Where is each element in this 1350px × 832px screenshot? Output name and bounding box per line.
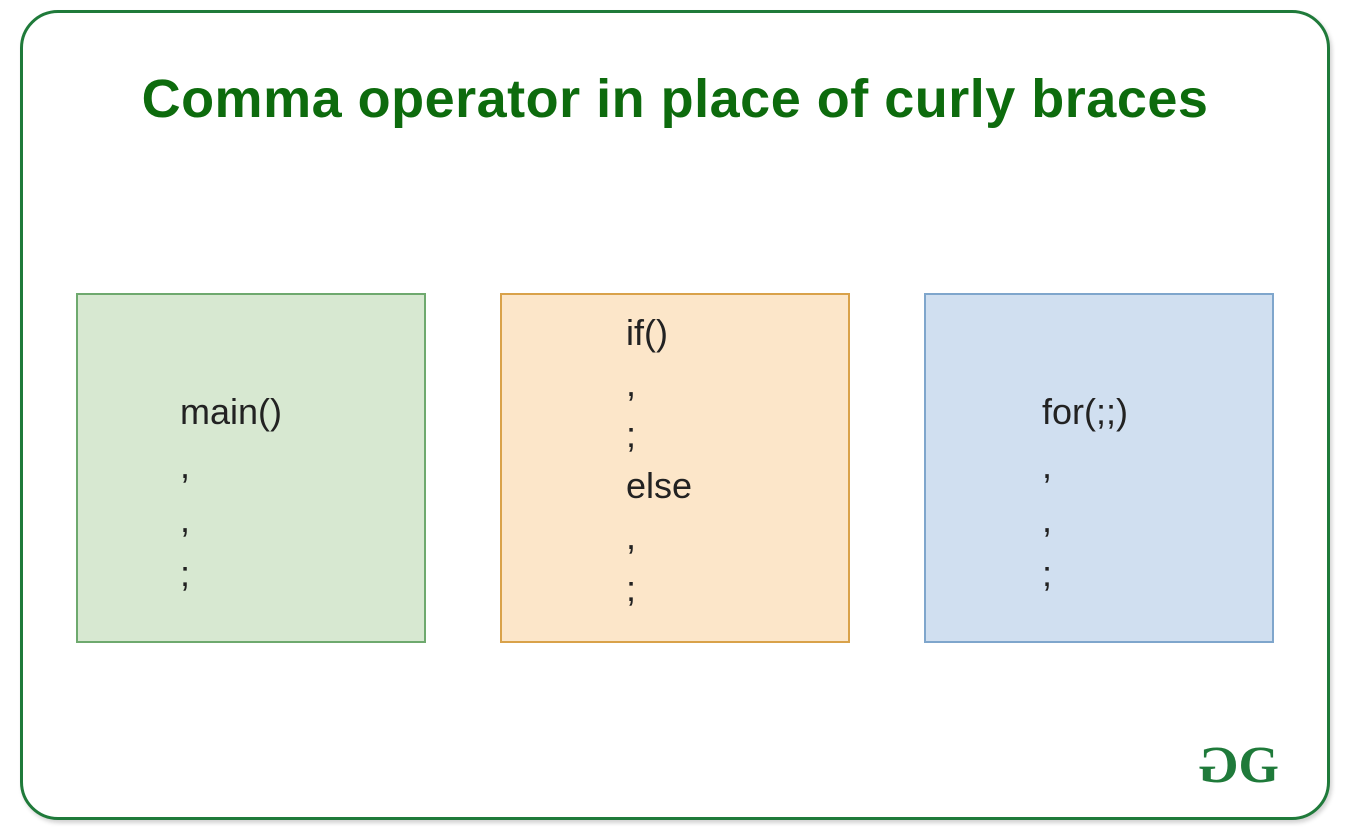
code-line: ; [626,563,848,614]
code-line: main() [180,385,424,439]
code-line: , [626,358,848,409]
logo-right-glyph: G [1239,737,1277,794]
code-box-row: main() , , ; if() , ; else , ; for(;;) ,… [23,293,1327,643]
code-line: else [626,460,848,511]
main-box: main() , , ; [76,293,426,643]
diagram-title: Comma operator in place of curly braces [23,68,1327,130]
code-line: if() [626,307,848,358]
code-line: , [1042,439,1272,493]
code-line: ; [180,547,424,601]
ifelse-box: if() , ; else , ; [500,293,850,643]
code-line: ; [1042,547,1272,601]
brand-logo: GG [1200,736,1277,795]
code-line: , [180,493,424,547]
diagram-frame: Comma operator in place of curly braces … [20,10,1330,820]
for-box: for(;;) , , ; [924,293,1274,643]
code-line: , [626,511,848,562]
code-line: , [1042,493,1272,547]
code-line: , [180,439,424,493]
code-line: for(;;) [1042,385,1272,439]
code-line: ; [626,409,848,460]
logo-left-glyph: G [1200,736,1238,795]
